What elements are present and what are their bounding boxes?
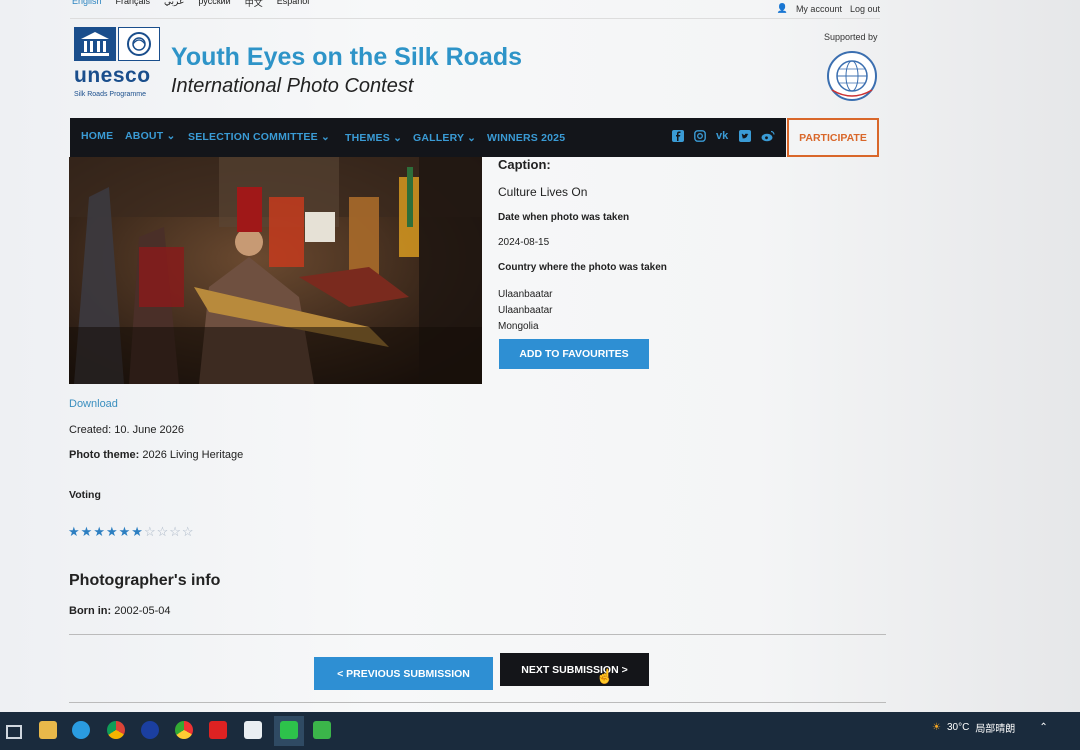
star-empty-icon[interactable]: ☆ <box>157 525 169 538</box>
date-label: Date when photo was taken <box>498 212 630 223</box>
facebook-icon[interactable] <box>672 130 684 142</box>
instagram-icon[interactable] <box>694 130 706 142</box>
site-title[interactable]: Youth Eyes on the Silk Roads <box>171 43 522 72</box>
nav-home[interactable]: HOME <box>81 130 113 142</box>
location-region: Ulaanbaatar <box>498 305 553 316</box>
star-filled-icon[interactable]: ★ <box>131 525 143 538</box>
sponsor-globe-logo[interactable] <box>826 50 878 102</box>
voting-label: Voting <box>69 489 101 501</box>
user-icon: 👤 <box>776 3 788 13</box>
browser-icon[interactable] <box>175 721 193 739</box>
temperature[interactable]: 30°C <box>947 722 969 733</box>
site-subtitle: International Photo Contest <box>171 75 414 97</box>
lang-english[interactable]: English <box>72 0 102 9</box>
logout-link[interactable]: Log out <box>850 4 880 14</box>
caption-value: Culture Lives On <box>498 185 588 199</box>
edge-browser-icon[interactable] <box>72 721 90 739</box>
created-label: Created: <box>69 424 112 436</box>
supported-by-label: Supported by <box>824 32 878 42</box>
app-icon[interactable] <box>244 721 262 739</box>
wps-office-icon[interactable] <box>209 721 227 739</box>
theme-row: Photo theme: 2026 Living Heritage <box>69 449 243 461</box>
born-value: 2002-05-04 <box>114 605 171 617</box>
chevron-down-icon: ⌄ <box>467 132 477 144</box>
lang-chinese[interactable]: 中文 <box>245 0 263 9</box>
weibo-icon[interactable] <box>761 130 777 142</box>
previous-submission-button[interactable]: < PREVIOUS SUBMISSION <box>314 657 493 690</box>
caption-label: Caption: <box>498 157 551 172</box>
silk-roads-seal-icon <box>118 27 160 61</box>
location-city: Ulaanbaatar <box>498 289 553 300</box>
unesco-logo[interactable] <box>74 27 160 63</box>
star-filled-icon[interactable]: ★ <box>81 525 93 538</box>
created-value: 10. June 2026 <box>114 424 184 436</box>
system-tray: ☀ 30°C 局部晴朗 ⌃ <box>932 720 1048 735</box>
divider <box>69 702 886 703</box>
task-view-icon[interactable] <box>6 725 22 739</box>
download-link[interactable]: Download <box>69 398 118 410</box>
nav-about[interactable]: ABOUT ⌄ <box>125 130 175 142</box>
born-row: Born in: 2002-05-04 <box>69 605 171 617</box>
divider <box>69 634 886 635</box>
weather-icon: ☀ <box>932 722 941 733</box>
app-icon[interactable] <box>313 721 331 739</box>
next-submission-button[interactable]: NEXT SUBMISSION > <box>500 653 649 686</box>
theme-value: 2026 Living Heritage <box>142 449 244 461</box>
weather-description: 局部晴朗 <box>975 724 1016 735</box>
chevron-down-icon: ⌄ <box>393 132 403 144</box>
photographer-heading: Photographer's info <box>69 572 221 589</box>
programme-label: Silk Roads Programme <box>74 91 146 98</box>
app-icon[interactable] <box>141 721 159 739</box>
star-empty-icon[interactable]: ☆ <box>169 525 181 538</box>
chevron-up-icon[interactable]: ⌃ <box>1039 722 1047 733</box>
star-filled-icon[interactable]: ★ <box>119 525 131 538</box>
nav-selection-committee[interactable]: SELECTION COMMITTEE ⌄ <box>188 131 330 143</box>
unesco-wordmark: unesco <box>74 64 151 87</box>
account-links: 👤 My account Log out <box>777 3 880 14</box>
star-filled-icon[interactable]: ★ <box>106 525 118 538</box>
divider <box>70 18 880 19</box>
twitter-icon[interactable] <box>739 130 751 142</box>
nav-themes[interactable]: THEMES ⌄ <box>345 132 402 144</box>
language-bar: English Français عربي русский 中文 Español <box>72 0 309 9</box>
country-label: Country where the photo was taken <box>498 262 667 273</box>
lang-french[interactable]: Français <box>116 0 151 9</box>
star-empty-icon[interactable]: ☆ <box>182 525 194 538</box>
my-account-link[interactable]: My account <box>796 4 842 14</box>
browser-page: English Français عربي русский 中文 Español… <box>0 0 1080 712</box>
star-empty-icon[interactable]: ☆ <box>144 525 156 538</box>
born-label: Born in: <box>69 605 112 617</box>
star-filled-icon[interactable]: ★ <box>68 525 80 538</box>
nav-winners[interactable]: WINNERS 2025 <box>487 132 565 144</box>
chevron-down-icon: ⌄ <box>320 131 330 143</box>
chrome-icon[interactable] <box>107 721 125 739</box>
vk-icon[interactable]: vk <box>716 130 732 142</box>
os-taskbar <box>0 712 1080 750</box>
location-country: Mongolia <box>498 321 539 332</box>
chevron-down-icon: ⌄ <box>166 130 176 142</box>
theme-label: Photo theme: <box>69 449 140 461</box>
wechat-icon[interactable] <box>280 721 298 739</box>
nav-gallery[interactable]: GALLERY ⌄ <box>413 132 476 144</box>
submission-photo[interactable] <box>69 157 482 384</box>
lang-russian[interactable]: русский <box>198 0 230 9</box>
date-value: 2024-08-15 <box>498 237 550 248</box>
star-filled-icon[interactable]: ★ <box>93 525 105 538</box>
add-to-favourites-button[interactable]: ADD TO FAVOURITES <box>499 339 649 369</box>
lang-spanish[interactable]: Español <box>277 0 310 9</box>
main-nav: HOME ABOUT ⌄ SELECTION COMMITTEE ⌄ THEME… <box>70 118 786 157</box>
hand-cursor-icon: ☝ <box>596 668 614 684</box>
file-explorer-icon[interactable] <box>39 721 57 739</box>
created-row: Created: 10. June 2026 <box>69 424 184 436</box>
participate-button[interactable]: PARTICIPATE <box>787 118 879 157</box>
temple-icon <box>74 27 116 61</box>
rating-stars[interactable]: ★ ★ ★ ★ ★ ★ ☆ ☆ ☆ ☆ <box>68 525 194 538</box>
lang-arabic[interactable]: عربي <box>164 0 184 9</box>
